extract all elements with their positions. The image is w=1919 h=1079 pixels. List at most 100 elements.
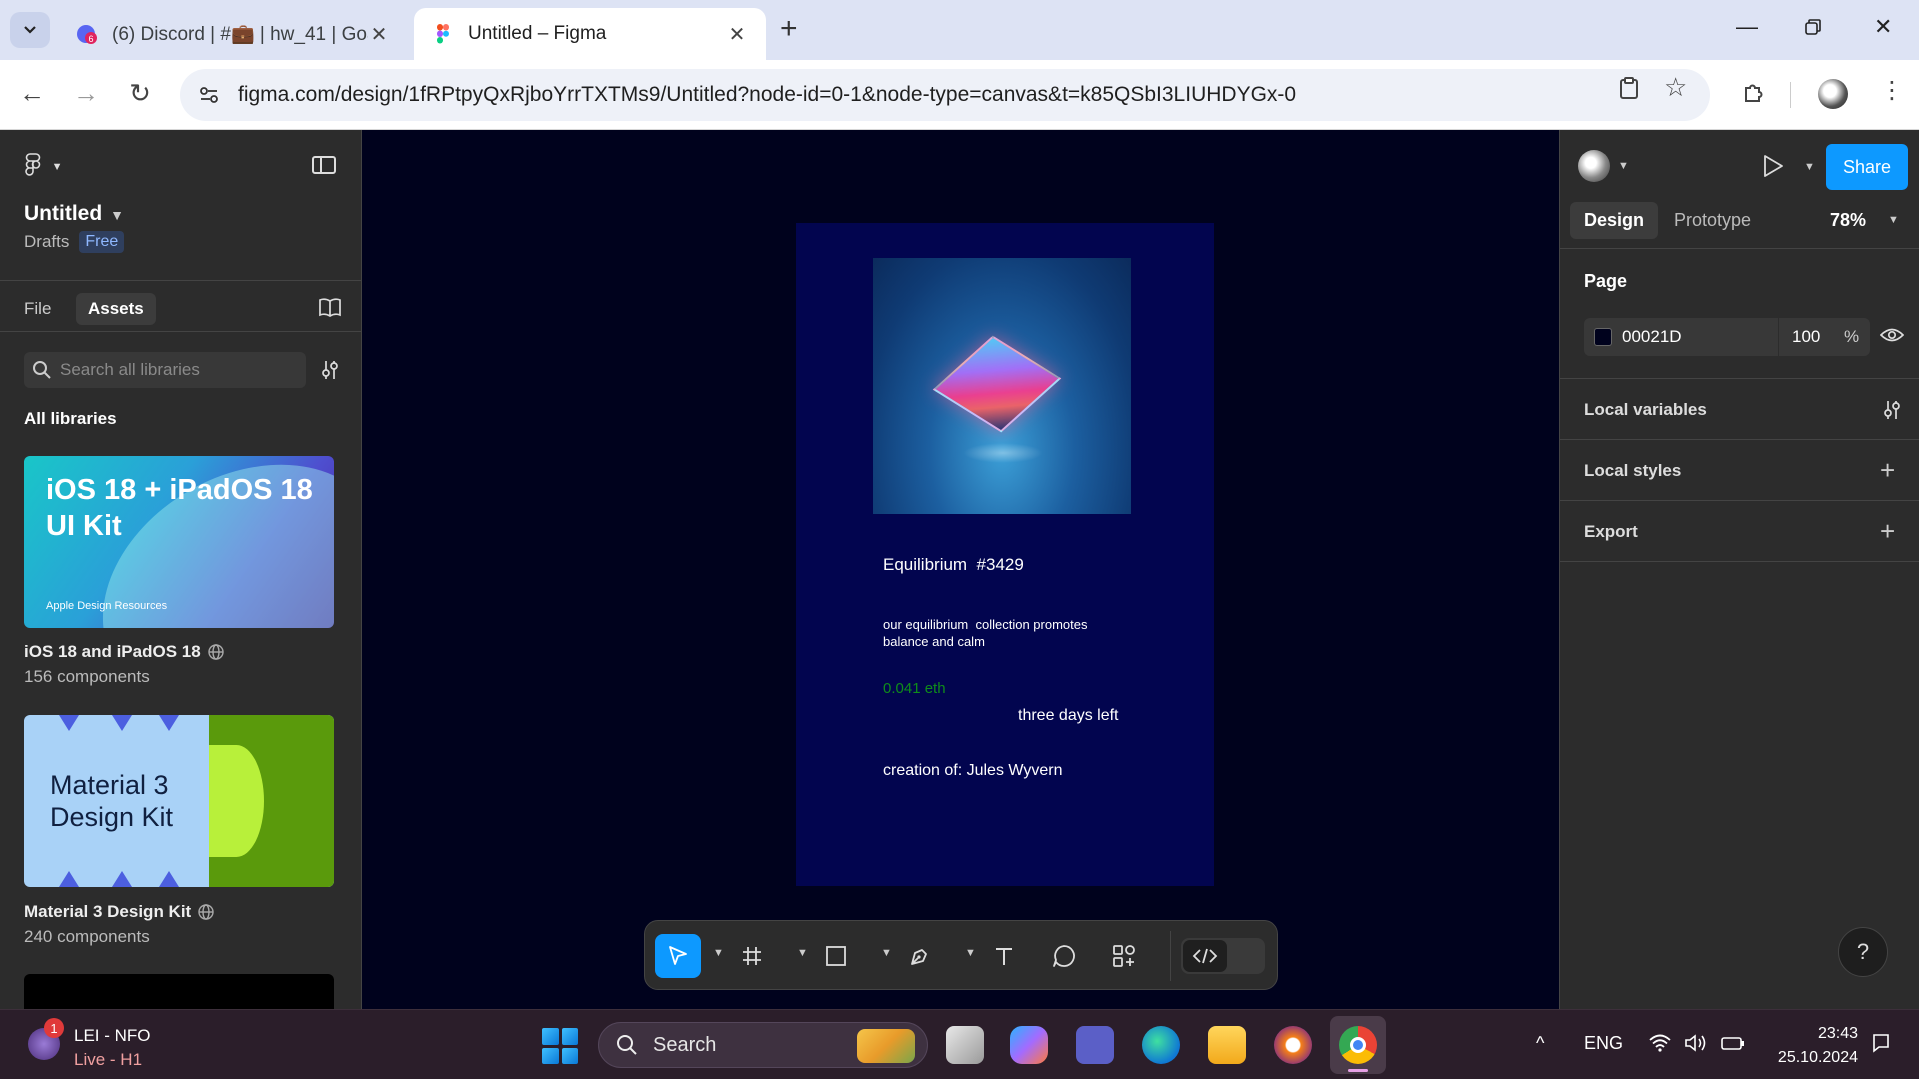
site-settings-icon[interactable]: [198, 84, 220, 106]
card-decoration: [112, 871, 132, 887]
close-window-icon[interactable]: ✕: [1874, 14, 1892, 40]
comment-tool-button[interactable]: [1041, 934, 1087, 978]
nft-creator[interactable]: creation of: Jules Wyvern: [883, 762, 1062, 780]
drafts-label[interactable]: Drafts: [24, 232, 69, 252]
browser-toolbar: ← → ↻ figma.com/design/1fRPtpyQxRjboYrrT…: [0, 60, 1919, 130]
volume-icon[interactable]: [1684, 1033, 1710, 1058]
restore-icon[interactable]: [1804, 16, 1822, 42]
page-color-field[interactable]: 00021D 100 %: [1584, 318, 1870, 356]
address-bar[interactable]: figma.com/design/1fRPtpyQxRjboYrrTXTMs9/…: [180, 69, 1710, 121]
nft-artwork-image[interactable]: [873, 258, 1131, 514]
share-button[interactable]: Share: [1826, 144, 1908, 190]
figma-main-menu[interactable]: ▼: [24, 152, 62, 182]
chevron-down-icon[interactable]: ▼: [881, 947, 892, 959]
dev-mode-toggle[interactable]: [1181, 938, 1265, 974]
figma-logo-icon: [25, 153, 41, 176]
toggle-sidebar-icon[interactable]: [312, 156, 336, 174]
tab-file[interactable]: File: [12, 293, 63, 325]
actions-tool-button[interactable]: [1101, 934, 1147, 978]
frame-tool-button[interactable]: [729, 934, 775, 978]
extensions-icon[interactable]: [1742, 80, 1766, 110]
chevron-down-icon[interactable]: ▼: [965, 947, 976, 959]
teams-icon[interactable]: [1076, 1026, 1114, 1064]
vpn-app-icon[interactable]: [1274, 1026, 1312, 1064]
notifications-icon[interactable]: [1870, 1032, 1892, 1059]
library-search-field[interactable]: [24, 352, 306, 388]
language-indicator[interactable]: ENG: [1584, 1033, 1623, 1054]
library-card-ios[interactable]: iOS 18 + iPadOS 18 UI Kit Apple Design R…: [24, 456, 334, 628]
shape-tool-button[interactable]: [813, 934, 859, 978]
present-play-icon[interactable]: [1762, 154, 1784, 178]
more-menu-icon[interactable]: ⋮: [1880, 76, 1904, 105]
add-style-plus-icon[interactable]: +: [1880, 457, 1895, 483]
variables-sliders-icon[interactable]: [1880, 398, 1904, 422]
pen-tool-button[interactable]: [897, 934, 943, 978]
task-view-icon[interactable]: [946, 1026, 984, 1064]
chevron-down-icon[interactable]: ▼: [797, 947, 808, 959]
reload-icon[interactable]: ↻: [122, 78, 158, 109]
tab-assets[interactable]: Assets: [76, 293, 156, 325]
code-icon: [1183, 940, 1227, 972]
taskbar-search[interactable]: Search: [598, 1022, 928, 1068]
color-swatch[interactable]: [1594, 328, 1612, 346]
chevron-down-icon[interactable]: ▼: [713, 947, 724, 959]
chevron-down-icon[interactable]: ▼: [1804, 161, 1815, 173]
chevron-down-icon: ▼: [110, 207, 125, 223]
export-section[interactable]: Export: [1584, 522, 1638, 542]
page-color-hex[interactable]: 00021D: [1622, 327, 1682, 347]
local-variables-section[interactable]: Local variables: [1584, 400, 1707, 420]
library-name[interactable]: Material 3 Design Kit: [24, 902, 215, 922]
edge-icon[interactable]: [1142, 1026, 1180, 1064]
help-button[interactable]: ?: [1838, 927, 1888, 977]
forward-icon[interactable]: →: [68, 78, 104, 109]
close-icon[interactable]: ✕: [726, 22, 748, 47]
toolbar-divider: [1790, 82, 1791, 108]
nft-card-frame[interactable]: Equilibrium #3429 our equilibrium collec…: [796, 223, 1214, 886]
library-card-material[interactable]: Material 3 Design Kit: [24, 715, 334, 887]
nft-title[interactable]: Equilibrium #3429: [883, 555, 1024, 575]
file-title[interactable]: Untitled ▼: [24, 202, 124, 226]
new-tab-icon[interactable]: +: [780, 14, 798, 44]
page-opacity[interactable]: 100: [1792, 327, 1820, 347]
browser-tab-strip: 6 (6) Discord | #💼 | hw_41 | Goal ✕ Unti…: [0, 0, 1919, 60]
nft-time-left[interactable]: three days left: [1018, 707, 1119, 725]
move-tool-button[interactable]: [655, 934, 701, 978]
figma-canvas[interactable]: Equilibrium #3429 our equilibrium collec…: [362, 130, 1559, 1009]
tab-search-button[interactable]: [10, 12, 50, 48]
minimize-icon[interactable]: —: [1736, 14, 1758, 40]
battery-icon[interactable]: [1720, 1033, 1746, 1058]
tab-discord[interactable]: 6 (6) Discord | #💼 | hw_41 | Goal ✕: [58, 8, 408, 60]
sports-widget[interactable]: 1 LEI - NFO Live - H1: [28, 1018, 228, 1072]
zoom-level[interactable]: 78%: [1830, 210, 1866, 231]
windows-start-icon[interactable]: [542, 1028, 578, 1064]
filter-sliders-icon[interactable]: [318, 358, 342, 382]
copilot-icon[interactable]: [1010, 1026, 1048, 1064]
close-icon[interactable]: ✕: [368, 22, 390, 47]
library-search-input[interactable]: [60, 360, 280, 380]
clipboard-icon[interactable]: [1618, 76, 1640, 106]
text-tool-button[interactable]: [981, 934, 1027, 978]
nft-description[interactable]: our equilibrium collection promotes bala…: [883, 616, 1133, 650]
user-avatar[interactable]: [1578, 150, 1610, 182]
eye-icon[interactable]: [1880, 326, 1904, 344]
back-icon[interactable]: ←: [14, 78, 50, 109]
tab-figma[interactable]: Untitled – Figma ✕: [414, 8, 766, 60]
wifi-icon[interactable]: [1648, 1033, 1672, 1058]
nft-price[interactable]: 0.041 eth: [883, 680, 946, 697]
chevron-down-icon[interactable]: ▼: [1618, 160, 1629, 172]
tab-prototype[interactable]: Prototype: [1660, 202, 1765, 239]
chevron-down-icon[interactable]: ▼: [1888, 214, 1899, 226]
system-clock[interactable]: 23:43 25.10.2024: [1768, 1022, 1858, 1070]
tray-overflow-icon[interactable]: ^: [1536, 1033, 1544, 1054]
library-book-icon[interactable]: [318, 297, 342, 317]
profile-avatar[interactable]: [1818, 79, 1848, 109]
bookmark-star-icon[interactable]: ☆: [1664, 72, 1687, 103]
chrome-taskbar-button[interactable]: [1330, 1016, 1386, 1074]
add-export-plus-icon[interactable]: +: [1880, 518, 1895, 544]
tab-design[interactable]: Design: [1570, 202, 1659, 239]
notification-badge: 1: [44, 1018, 64, 1038]
file-explorer-icon[interactable]: [1208, 1026, 1246, 1064]
library-name[interactable]: iOS 18 and iPadOS 18: [24, 642, 225, 662]
library-card-partial[interactable]: [24, 974, 334, 1014]
local-styles-section[interactable]: Local styles: [1584, 461, 1681, 481]
